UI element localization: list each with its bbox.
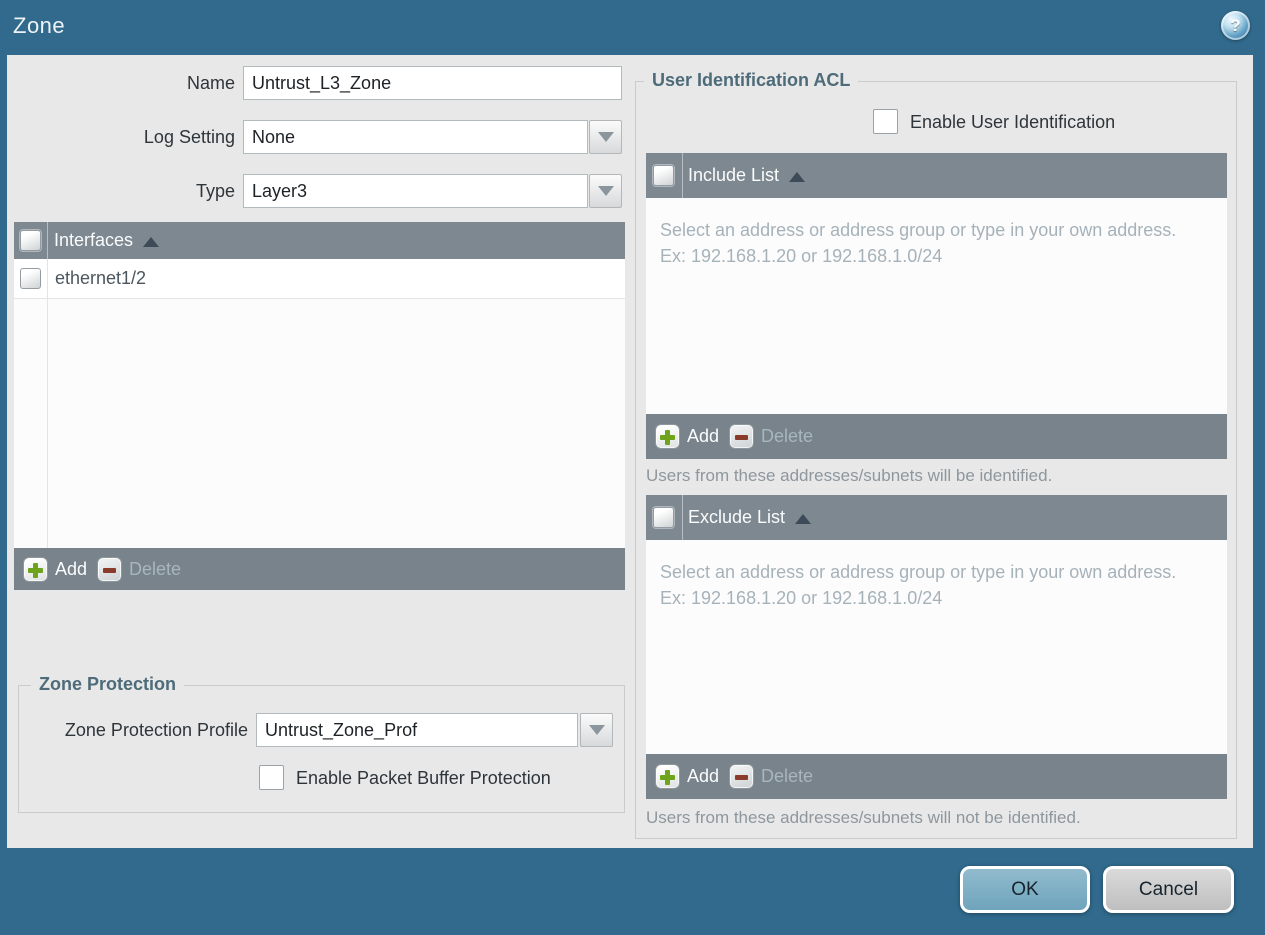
add-button[interactable]: Add (23, 556, 87, 582)
type-dropdown-button[interactable] (589, 174, 622, 208)
chevron-down-icon (597, 186, 614, 196)
plus-icon (655, 424, 680, 449)
exclude-list-body[interactable]: Select an address or address group or ty… (646, 540, 1227, 754)
log-setting-row: Log Setting (7, 120, 627, 154)
type-input[interactable] (243, 174, 588, 208)
include-list-table: Include List Select an address or addres… (646, 153, 1227, 459)
zone-protection-legend: Zone Protection (31, 674, 185, 695)
column-separator (47, 259, 48, 548)
interfaces-table: Interfaces ethernet1/2 Add Delete (14, 222, 625, 590)
add-button[interactable]: Add (655, 764, 719, 789)
dialog-title: Zone (13, 13, 66, 38)
exclude-list-column-header[interactable]: Exclude List (688, 507, 785, 528)
column-separator (47, 222, 48, 259)
zone-protection-profile-input[interactable] (256, 713, 578, 747)
type-label: Type (195, 181, 235, 201)
sort-ascending-icon[interactable] (795, 513, 812, 524)
sort-ascending-icon[interactable] (143, 236, 160, 247)
delete-button[interactable]: Delete (97, 556, 181, 582)
include-list-footer: Add Delete (646, 414, 1227, 459)
ok-button[interactable]: OK (960, 866, 1090, 913)
minus-icon (97, 556, 123, 582)
plus-icon (655, 764, 680, 789)
zone-protection-section: Zone Protection Zone Protection Profile … (18, 674, 625, 813)
minus-icon (729, 764, 755, 789)
row-checkbox[interactable] (20, 268, 41, 289)
include-list-placeholder: Select an address or address group or ty… (660, 220, 1177, 267)
column-separator (682, 495, 683, 540)
name-row: Name (7, 66, 627, 100)
cancel-button[interactable]: Cancel (1103, 866, 1234, 913)
dialog-body: Name Log Setting Type Interfaces ether (7, 55, 1253, 848)
interfaces-select-all-checkbox[interactable] (20, 230, 41, 251)
zone-protection-profile-dropdown-button[interactable] (580, 713, 613, 747)
interfaces-table-footer: Add Delete (14, 548, 625, 590)
enable-user-identification-checkbox[interactable] (873, 109, 898, 134)
exclude-list-table: Exclude List Select an address or addres… (646, 495, 1227, 799)
add-button[interactable]: Add (655, 424, 719, 449)
packet-buffer-protection-label: Enable Packet Buffer Protection (296, 768, 551, 788)
help-icon[interactable]: ? (1221, 11, 1250, 40)
include-list-caption: Users from these addresses/subnets will … (646, 466, 1053, 485)
sort-ascending-icon[interactable] (789, 171, 806, 182)
user-identification-acl-legend: User Identification ACL (644, 70, 859, 91)
user-identification-acl-section: User Identification ACL Enable User Iden… (635, 70, 1237, 839)
log-setting-label: Log Setting (143, 127, 235, 147)
exclude-list-footer: Add Delete (646, 754, 1227, 799)
include-list-header[interactable]: Include List (646, 153, 1227, 198)
column-separator (682, 153, 683, 198)
interfaces-table-body: ethernet1/2 (14, 259, 625, 548)
interfaces-table-header[interactable]: Interfaces (14, 222, 625, 259)
include-select-all-checkbox[interactable] (653, 165, 674, 186)
interfaces-column-header[interactable]: Interfaces (54, 230, 133, 251)
include-list-body[interactable]: Select an address or address group or ty… (646, 198, 1227, 414)
delete-button[interactable]: Delete (729, 764, 813, 789)
enable-user-identification-label: Enable User Identification (910, 112, 1116, 132)
exclude-list-placeholder: Select an address or address group or ty… (660, 562, 1177, 609)
name-input[interactable] (243, 66, 622, 100)
zone-protection-profile-label: Zone Protection Profile (64, 720, 248, 740)
table-row[interactable]: ethernet1/2 (14, 259, 625, 548)
exclude-list-header[interactable]: Exclude List (646, 495, 1227, 540)
type-row: Type (7, 174, 627, 208)
include-list-column-header[interactable]: Include List (688, 165, 779, 186)
plus-icon (23, 556, 48, 582)
title-bar: Zone ? (0, 0, 1265, 55)
name-label: Name (186, 73, 235, 93)
log-setting-input[interactable] (243, 120, 588, 154)
delete-button[interactable]: Delete (729, 424, 813, 449)
exclude-select-all-checkbox[interactable] (653, 507, 674, 528)
minus-icon (729, 424, 755, 449)
chevron-down-icon (588, 725, 605, 735)
exclude-list-caption: Users from these addresses/subnets will … (646, 808, 1081, 827)
chevron-down-icon (597, 132, 614, 142)
log-setting-dropdown-button[interactable] (589, 120, 622, 154)
packet-buffer-protection-checkbox[interactable] (259, 765, 284, 790)
interface-name: ethernet1/2 (55, 268, 147, 288)
